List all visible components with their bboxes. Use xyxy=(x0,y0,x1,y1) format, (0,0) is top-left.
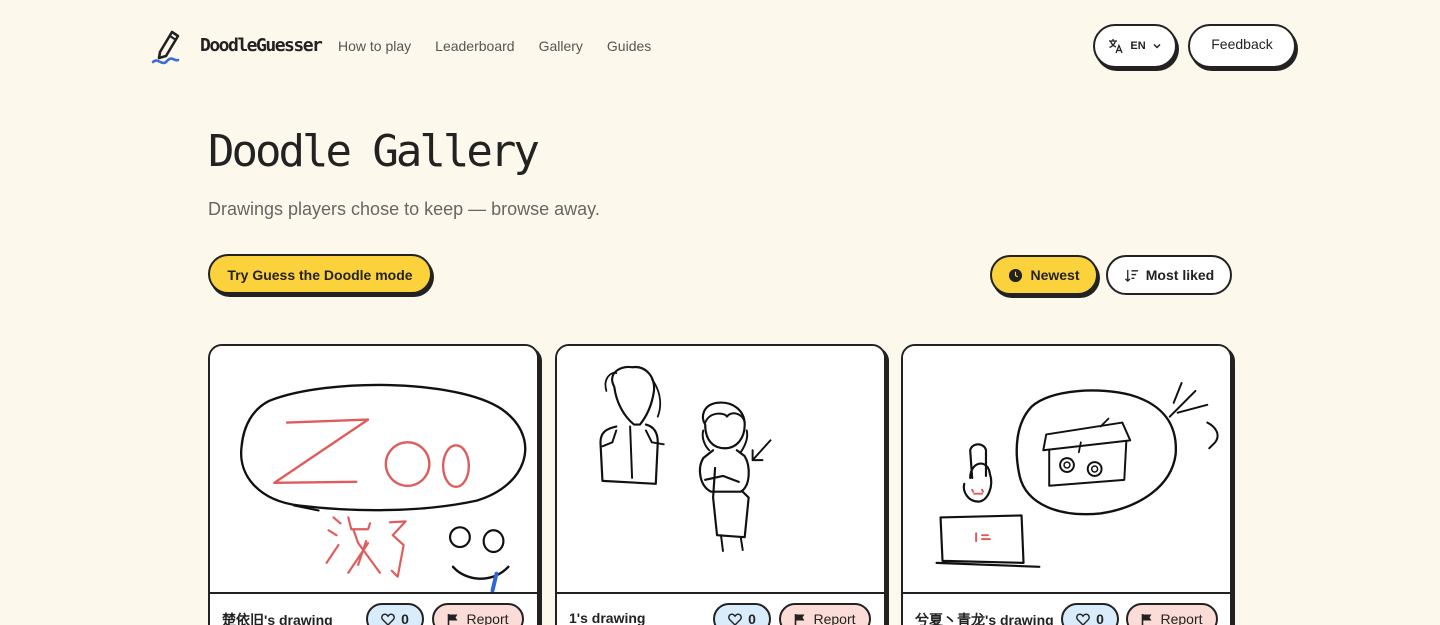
doodle-spikes xyxy=(1168,382,1209,418)
gallery-card: 楚依旧's drawing 0 Report xyxy=(208,344,539,625)
card-divider xyxy=(557,592,884,594)
like-button[interactable]: 0 xyxy=(713,603,771,625)
language-selector[interactable]: EN xyxy=(1093,24,1177,68)
report-label: Report xyxy=(813,611,856,625)
doodle-letter-o xyxy=(441,444,471,488)
pen-doodle-icon[interactable] xyxy=(150,28,182,66)
nav-gallery[interactable]: Gallery xyxy=(539,38,583,54)
brand-name[interactable]: DoodleGuesser xyxy=(200,35,323,56)
doodle-eye xyxy=(482,529,505,554)
card-divider xyxy=(903,592,1230,594)
doodle-person-head xyxy=(962,462,993,503)
sort-newest-label: Newest xyxy=(1030,267,1080,283)
report-button[interactable]: Report xyxy=(1126,603,1218,625)
doodle-eye xyxy=(448,526,471,549)
sort-most-liked-label: Most liked xyxy=(1145,267,1215,283)
report-label: Report xyxy=(466,611,509,625)
sort-newest-button[interactable]: Newest xyxy=(990,255,1098,295)
speech-bubble-outline xyxy=(239,383,527,512)
sort-descending-icon xyxy=(1124,269,1138,282)
doodle-thought-bubble xyxy=(1015,389,1177,516)
doodle-letter-o xyxy=(384,441,431,487)
flag-icon xyxy=(795,613,805,625)
doodle-figure-left xyxy=(611,365,656,426)
nav-how-to-play[interactable]: How to play xyxy=(338,38,411,54)
card-footer: 1's drawing 0 Report xyxy=(569,603,872,625)
main-nav: How to play Leaderboard Gallery Guides xyxy=(338,38,651,54)
card-divider xyxy=(210,592,537,594)
doodle-canvas[interactable] xyxy=(557,346,884,592)
card-author: 1's drawing xyxy=(569,610,646,625)
page-title: Doodle Gallery xyxy=(208,126,540,177)
clock-icon xyxy=(1009,268,1023,282)
feedback-button[interactable]: Feedback xyxy=(1188,24,1296,68)
like-count: 0 xyxy=(401,611,409,625)
like-count: 0 xyxy=(1096,611,1104,625)
heart-icon xyxy=(728,613,742,625)
flag-icon xyxy=(448,613,458,625)
doodle-chinese-characters xyxy=(325,516,407,578)
doodle-mouth xyxy=(451,565,510,580)
nav-leaderboard[interactable]: Leaderboard xyxy=(435,38,514,54)
like-button[interactable]: 0 xyxy=(366,603,424,625)
doodle-desk xyxy=(935,514,1041,568)
gallery-card: 1's drawing 0 Report xyxy=(555,344,886,625)
report-label: Report xyxy=(1160,611,1203,625)
language-code: EN xyxy=(1130,40,1146,52)
page-subtitle: Drawings players chose to keep — browse … xyxy=(208,199,600,219)
report-button[interactable]: Report xyxy=(432,603,524,625)
report-button[interactable]: Report xyxy=(779,603,871,625)
doodle-canvas[interactable] xyxy=(903,346,1230,592)
card-footer: 兮夏丶青龙's drawing 0 Report xyxy=(915,603,1218,625)
card-author: 楚依旧's drawing xyxy=(222,612,333,625)
chevron-down-icon xyxy=(1153,43,1161,49)
nav-guides[interactable]: Guides xyxy=(607,38,651,54)
sort-most-liked-button[interactable]: Most liked xyxy=(1106,255,1232,295)
doodle-box-in-bubble xyxy=(1042,421,1132,487)
doodle-arrow xyxy=(751,439,772,462)
heart-icon xyxy=(1076,613,1090,625)
card-author: 兮夏丶青龙's drawing xyxy=(915,612,1054,625)
doodle-canvas[interactable] xyxy=(210,346,537,592)
try-guess-mode-button[interactable]: Try Guess the Doodle mode xyxy=(208,254,432,294)
like-button[interactable]: 0 xyxy=(1061,603,1119,625)
doodle-figure-right xyxy=(701,401,746,450)
gallery-card: 兮夏丶青龙's drawing 0 Report xyxy=(901,344,1232,625)
flag-icon xyxy=(1142,613,1152,625)
like-count: 0 xyxy=(748,611,756,625)
heart-icon xyxy=(381,613,395,625)
site-header: DoodleGuesser How to play Leaderboard Ga… xyxy=(150,24,1300,70)
translate-icon xyxy=(1109,39,1123,54)
card-footer: 楚依旧's drawing 0 Report xyxy=(222,603,525,625)
doodle-letter-z xyxy=(273,418,370,485)
